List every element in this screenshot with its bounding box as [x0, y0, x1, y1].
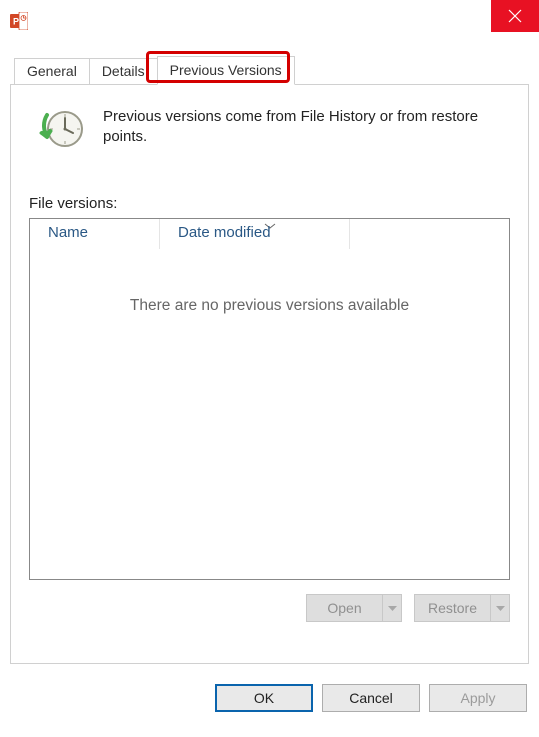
title-bar: P	[0, 0, 539, 38]
versions-list[interactable]: Name Date modified There are no previous…	[29, 218, 510, 580]
action-button-row: Open Restore	[29, 594, 510, 622]
open-button-dropdown[interactable]	[382, 594, 402, 622]
svg-text:P: P	[13, 17, 19, 27]
ok-button[interactable]: OK	[215, 684, 313, 712]
chevron-down-icon	[496, 606, 505, 611]
empty-list-message: There are no previous versions available	[30, 297, 509, 315]
tab-strip: General Details Previous Versions	[0, 56, 539, 84]
column-header-date-modified[interactable]: Date modified	[160, 219, 350, 249]
open-button[interactable]: Open	[306, 594, 402, 622]
tab-details[interactable]: Details	[89, 58, 158, 84]
column-header-name[interactable]: Name	[30, 219, 160, 249]
list-header: Name Date modified	[30, 219, 509, 249]
tab-content: Previous versions come from File History…	[10, 84, 529, 664]
close-button[interactable]	[491, 0, 539, 32]
tab-previous-versions[interactable]: Previous Versions	[157, 56, 295, 85]
cancel-button[interactable]: Cancel	[322, 684, 420, 712]
restore-button-label: Restore	[414, 594, 490, 622]
chevron-down-icon	[388, 606, 397, 611]
restore-button-dropdown[interactable]	[490, 594, 510, 622]
close-icon	[508, 9, 522, 23]
restore-button[interactable]: Restore	[414, 594, 510, 622]
column-header-spacer[interactable]	[350, 219, 509, 249]
powerpoint-icon: P	[10, 12, 28, 30]
apply-button[interactable]: Apply	[429, 684, 527, 712]
file-history-icon	[37, 105, 85, 153]
tab-general[interactable]: General	[14, 58, 90, 84]
info-row: Previous versions come from File History…	[29, 99, 510, 153]
info-description: Previous versions come from File History…	[103, 105, 510, 148]
dialog-button-row: OK Cancel Apply	[0, 664, 539, 712]
open-button-label: Open	[306, 594, 382, 622]
file-versions-label: File versions:	[29, 195, 510, 212]
